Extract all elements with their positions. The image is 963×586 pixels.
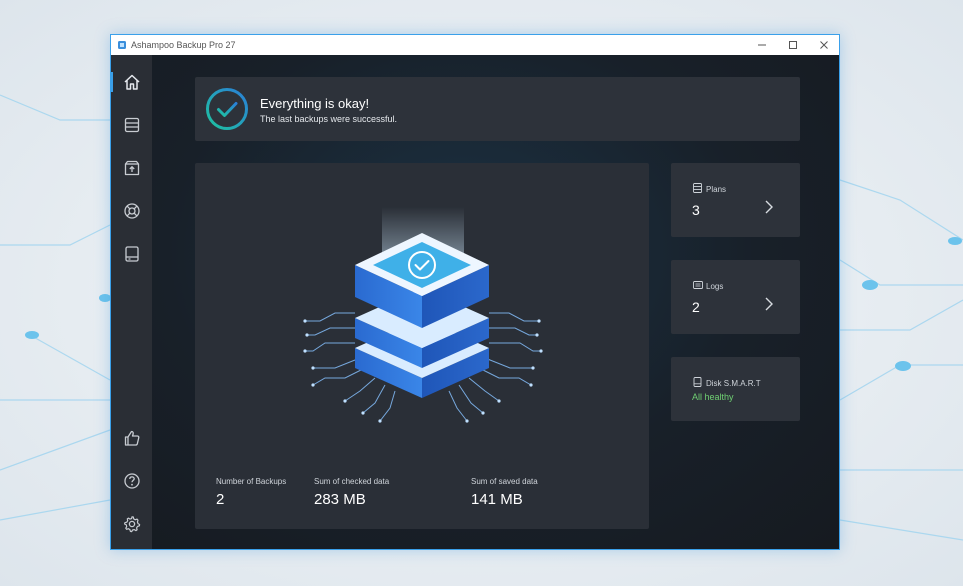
app-logo-icon: [118, 41, 126, 49]
stat-label: Sum of saved data: [471, 477, 538, 486]
window-title: Ashampoo Backup Pro 27: [131, 40, 236, 50]
disk-smart-label: Disk S.M.A.R.T: [706, 379, 761, 388]
app-window: Ashampoo Backup Pro 27 Everything is oka…: [110, 34, 840, 550]
restore-box-icon: [124, 160, 139, 176]
check-circle-icon: [206, 88, 248, 130]
stat-saved-data: Sum of saved data 141 MB: [471, 477, 538, 508]
minimize-button[interactable]: [746, 35, 777, 55]
gear-icon: [123, 516, 140, 533]
nav-restore[interactable]: [111, 153, 152, 183]
close-button[interactable]: [808, 35, 839, 55]
minimize-icon: [757, 44, 766, 46]
disk-health-status: All healthy: [692, 392, 734, 402]
stat-value: 283 MB: [314, 491, 366, 508]
logs-label: Logs: [706, 282, 724, 291]
disk-icon: [693, 377, 702, 387]
nav-home[interactable]: [111, 67, 152, 97]
thumbs-up-icon: [124, 430, 139, 446]
logs-count: 2: [692, 299, 700, 315]
database-icon: [124, 117, 139, 133]
close-icon: [819, 41, 828, 49]
status-title: Everything is okay!: [260, 96, 370, 111]
stat-value: 2: [216, 491, 225, 508]
lifebuoy-icon: [123, 203, 140, 219]
nav-rescue[interactable]: [111, 196, 152, 226]
plans-card[interactable]: Plans 3: [671, 163, 800, 237]
disk-smart-card[interactable]: Disk S.M.A.R.T All healthy: [671, 357, 800, 421]
nav-settings[interactable]: [111, 509, 152, 539]
nav-feedback[interactable]: [111, 423, 152, 453]
logs-card[interactable]: Logs 2: [671, 260, 800, 334]
stat-checked-data: Sum of checked data 283 MB: [314, 477, 389, 508]
plans-label: Plans: [706, 185, 727, 194]
maximize-icon: [788, 41, 797, 49]
overview-card: Number of Backups 2 Sum of checked data …: [195, 163, 649, 529]
maximize-button[interactable]: [777, 35, 808, 55]
home-icon: [123, 74, 140, 90]
logs-icon: [693, 281, 703, 289]
sidebar: [111, 55, 152, 549]
plans-count: 3: [692, 202, 700, 218]
nav-help[interactable]: [111, 466, 152, 496]
nav-backup-plans[interactable]: [111, 110, 152, 140]
status-card: Everything is okay! The last backups wer…: [195, 77, 800, 141]
stat-label: Number of Backups: [216, 477, 287, 486]
plans-icon: [693, 183, 702, 193]
help-icon: [123, 473, 140, 489]
stat-number-of-backups: Number of Backups 2: [216, 477, 286, 508]
chevron-right-icon: [765, 200, 773, 214]
chevron-right-icon: [765, 297, 773, 311]
drive-icon: [124, 246, 139, 262]
nav-drives[interactable]: [111, 239, 152, 269]
stat-label: Sum of checked data: [314, 477, 390, 486]
status-subtitle: The last backups were successful.: [260, 114, 398, 124]
stat-value: 141 MB: [471, 491, 523, 508]
main-content: Everything is okay! The last backups wer…: [152, 55, 839, 549]
server-illustration: [303, 207, 543, 423]
title-bar[interactable]: Ashampoo Backup Pro 27: [111, 35, 839, 55]
